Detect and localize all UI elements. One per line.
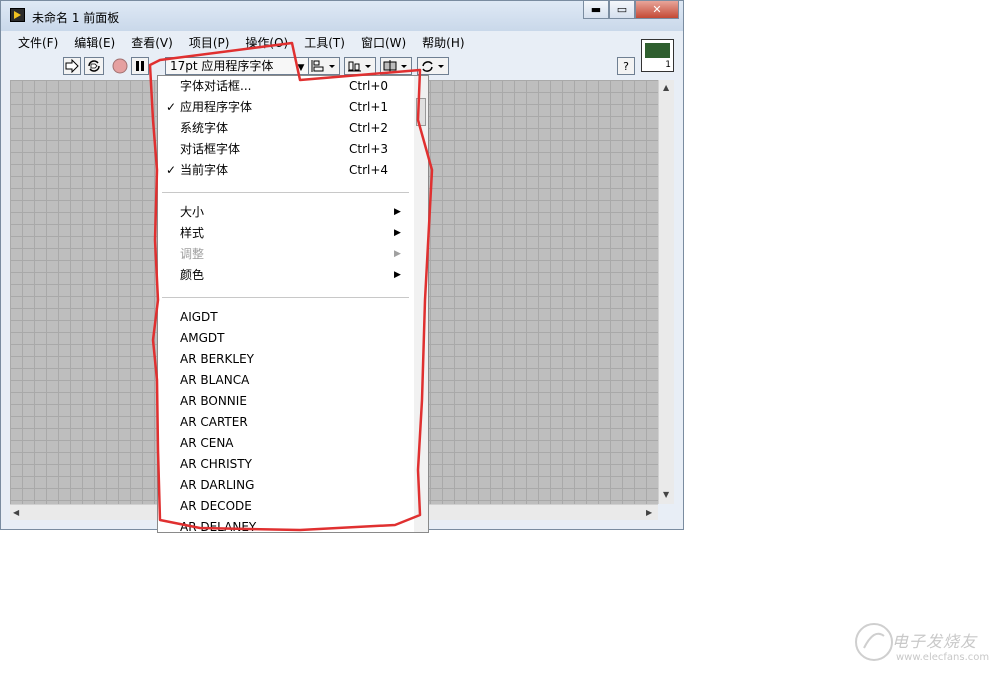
font-dropdown-menu: 字体对话框... Ctrl+0 ✓ 应用程序字体 Ctrl+1 系统字体 Ctr… — [157, 75, 429, 533]
submenu-arrow-icon: ▶ — [394, 249, 401, 259]
dropdown-scrollbar[interactable] — [414, 76, 428, 532]
check-icon: ✓ — [166, 100, 177, 114]
window-controls: ▬ ▭ ✕ — [583, 1, 679, 21]
font-item-ar-bonnie[interactable]: AR BONNIE — [158, 391, 412, 411]
font-item-ar-blanca[interactable]: AR BLANCA — [158, 370, 412, 390]
font-item-label: AR BLANCA — [180, 373, 250, 387]
align-icon[interactable] — [308, 57, 340, 75]
maximize-button[interactable]: ▭ — [609, 1, 635, 19]
menu-file[interactable]: 文件(F) — [10, 34, 66, 51]
menu-bar: 文件(F) 编辑(E) 查看(V) 项目(P) 操作(O) 工具(T) 窗口(W… — [10, 33, 638, 51]
font-item-label: AR DECODE — [180, 499, 252, 513]
close-button[interactable]: ✕ — [635, 1, 679, 19]
font-item-ar-berkley[interactable]: AR BERKLEY — [158, 349, 412, 369]
submenu-arrow-icon: ▶ — [394, 207, 401, 217]
vi-icon-number: 1 — [665, 60, 671, 70]
menu-view[interactable]: 查看(V) — [123, 34, 181, 51]
font-item-ar-delaney[interactable]: AR DELANEY — [158, 517, 412, 533]
run-arrow-icon[interactable] — [63, 57, 81, 75]
help-icon[interactable]: ? — [617, 57, 635, 75]
menu-item-size[interactable]: 大小 ▶ — [158, 202, 412, 222]
font-item-label: AR CHRISTY — [180, 457, 252, 471]
watermark-text: 电子发烧友 — [892, 632, 978, 651]
dropdown-scroll-thumb[interactable] — [416, 98, 426, 126]
menu-item-current-font[interactable]: ✓ 当前字体 Ctrl+4 — [158, 160, 412, 180]
vertical-scrollbar[interactable]: ▲ ▼ — [658, 80, 674, 504]
menu-item-label: 对话框字体 — [180, 142, 241, 156]
font-item-ar-darling[interactable]: AR DARLING — [158, 475, 412, 495]
menu-tools[interactable]: 工具(T) — [296, 34, 353, 51]
menu-item-label: 当前字体 — [180, 163, 229, 177]
title-bar[interactable]: 未命名 1 前面板 ▬ ▭ ✕ — [1, 1, 683, 31]
menu-item-application-font[interactable]: ✓ 应用程序字体 Ctrl+1 — [158, 97, 412, 117]
menu-separator — [162, 297, 409, 298]
menu-help[interactable]: 帮助(H) — [414, 34, 472, 51]
distribute-icon[interactable] — [344, 57, 376, 75]
check-icon: ✓ — [166, 163, 177, 177]
menu-window[interactable]: 窗口(W) — [353, 34, 414, 51]
font-item-ar-decode[interactable]: AR DECODE — [158, 496, 412, 516]
pause-icon[interactable] — [131, 57, 149, 75]
font-item-label: AR CENA — [180, 436, 234, 450]
menu-separator — [162, 192, 409, 193]
abort-icon[interactable] — [111, 57, 129, 75]
menu-project[interactable]: 项目(P) — [181, 34, 238, 51]
menu-item-dialog-font[interactable]: 对话框字体 Ctrl+3 — [158, 139, 412, 159]
font-select[interactable]: 17pt 应用程序字体 ▼ — [165, 57, 310, 75]
menu-item-shortcut: Ctrl+2 — [349, 121, 389, 135]
resize-icon[interactable] — [380, 57, 412, 75]
scroll-up-icon[interactable]: ▲ — [663, 83, 669, 92]
menu-item-label: 应用程序字体 — [180, 100, 253, 114]
watermark-url: www.elecfans.com — [896, 652, 990, 663]
menu-item-shortcut: Ctrl+4 — [349, 163, 389, 177]
scroll-down-icon[interactable]: ▼ — [663, 490, 669, 499]
window-title: 未命名 1 前面板 — [32, 11, 120, 25]
menu-item-shortcut: Ctrl+3 — [349, 142, 389, 156]
font-item-aigdt[interactable]: AIGDT — [158, 307, 412, 327]
menu-item-font-dialog[interactable]: 字体对话框... Ctrl+0 — [158, 76, 412, 96]
menu-item-label: 系统字体 — [180, 121, 229, 135]
menu-item-shortcut: Ctrl+0 — [349, 79, 389, 93]
chevron-down-icon: ▼ — [297, 63, 305, 73]
menu-item-style[interactable]: 样式 ▶ — [158, 223, 412, 243]
menu-item-label: 调整 — [180, 247, 205, 261]
font-select-value: 17pt 应用程序字体 — [170, 59, 274, 73]
scroll-left-icon[interactable]: ◀ — [13, 508, 19, 517]
menu-operate[interactable]: 操作(O) — [237, 34, 296, 51]
scroll-right-icon[interactable]: ▶ — [646, 508, 652, 517]
menu-item-label: 大小 — [180, 205, 205, 219]
font-item-ar-christy[interactable]: AR CHRISTY — [158, 454, 412, 474]
menu-item-label: 字体对话框... — [180, 79, 252, 93]
font-item-label: AR BERKLEY — [180, 352, 254, 366]
font-item-label: AR DELANEY — [180, 520, 257, 533]
submenu-arrow-icon: ▶ — [394, 228, 401, 238]
font-item-label: AR BONNIE — [180, 394, 247, 408]
run-continuously-icon[interactable] — [84, 57, 104, 75]
font-item-label: AR DARLING — [180, 478, 255, 492]
font-item-ar-carter[interactable]: AR CARTER — [158, 412, 412, 432]
vi-icon[interactable]: 1 — [641, 39, 674, 72]
menu-item-justify: 调整 ▶ — [158, 244, 412, 264]
menu-item-label: 样式 — [180, 226, 205, 240]
menu-item-system-font[interactable]: 系统字体 Ctrl+2 — [158, 118, 412, 138]
menu-item-shortcut: Ctrl+1 — [349, 100, 389, 114]
font-item-label: AMGDT — [180, 331, 225, 345]
font-item-label: AR CARTER — [180, 415, 248, 429]
minimize-button[interactable]: ▬ — [583, 1, 609, 19]
reorder-icon[interactable] — [417, 57, 449, 75]
menu-item-color[interactable]: 颜色 ▶ — [158, 265, 412, 285]
labview-app-icon — [10, 8, 25, 22]
font-item-amgdt[interactable]: AMGDT — [158, 328, 412, 348]
font-item-label: AIGDT — [180, 310, 218, 324]
menu-item-label: 颜色 — [180, 268, 205, 282]
submenu-arrow-icon: ▶ — [394, 270, 401, 280]
menu-edit[interactable]: 编辑(E) — [66, 34, 123, 51]
font-item-ar-cena[interactable]: AR CENA — [158, 433, 412, 453]
vi-icon-graphic — [645, 43, 670, 58]
